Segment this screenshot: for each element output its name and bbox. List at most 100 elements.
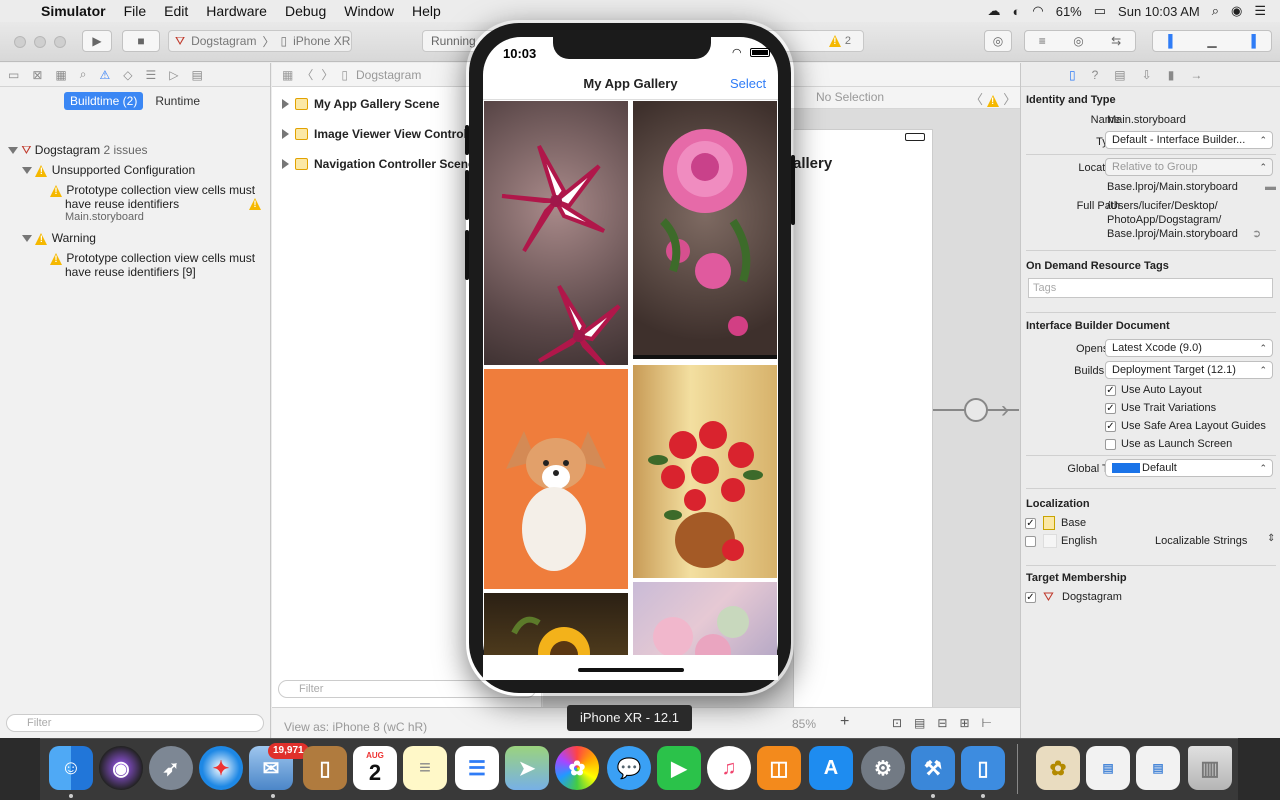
scheme-selector[interactable]: ⛛ Dogstagram 〉 ▯ iPhone XR <box>168 30 352 52</box>
loc-english-checkbox[interactable] <box>1025 536 1036 547</box>
reminders-icon[interactable]: ☰ <box>455 746 499 790</box>
game-center-icon[interactable]: ◐ <box>1013 4 1021 19</box>
back-icon[interactable]: 〈 <box>301 66 313 83</box>
chevron-updown-icon[interactable]: ⇕ <box>1267 533 1275 544</box>
launch-screen-checkbox[interactable] <box>1105 439 1116 450</box>
quick-help-icon[interactable]: ? <box>1092 68 1099 82</box>
loc-base-checkbox[interactable]: ✓ <box>1025 518 1036 529</box>
symbol-navigator-icon[interactable]: ▦ <box>55 68 66 82</box>
minimize-window-button[interactable] <box>34 36 46 48</box>
cloud-icon[interactable]: ☁ <box>988 3 1001 19</box>
maps-icon[interactable]: ➤ <box>505 746 549 790</box>
connections-inspector-icon[interactable]: → <box>1190 68 1202 82</box>
outline-scene-navigation[interactable]: Navigation Controller Scene <box>282 157 475 171</box>
disclosure-triangle-icon[interactable] <box>22 235 32 243</box>
find-navigator-icon[interactable]: ⌕ <box>80 67 87 82</box>
disclosure-triangle-icon[interactable] <box>282 159 289 169</box>
forward-icon[interactable]: 〉 <box>321 66 333 83</box>
downloads-stack-icon[interactable]: ✿ <box>1036 746 1080 790</box>
trait-variations-checkbox[interactable]: ✓ <box>1105 403 1116 414</box>
project-issue-group[interactable]: ⛛ Dogstagram 2 issues <box>8 143 148 158</box>
debug-navigator-icon[interactable]: ☰ <box>145 68 156 82</box>
size-inspector-icon[interactable]: ▮ <box>1168 68 1175 82</box>
screenshot-file-icon[interactable]: ▤ <box>1086 746 1130 790</box>
view-as-label[interactable]: View as: iPhone 8 (wC hR) <box>284 720 427 734</box>
facetime-icon[interactable]: ▶ <box>657 746 701 790</box>
file-inspector-icon[interactable]: ▯ <box>1069 68 1076 82</box>
version-editor-icon[interactable]: ⇆ <box>1111 34 1121 48</box>
library-button[interactable]: ◎ <box>984 30 1012 52</box>
localizable-strings-popup[interactable]: Localizable Strings <box>1155 535 1247 547</box>
report-navigator-icon[interactable]: ▤ <box>191 68 202 82</box>
finder-icon[interactable]: ☺ <box>49 746 93 790</box>
side-button[interactable] <box>791 155 795 225</box>
issue-item[interactable]: Prototype collection view cells must <box>50 183 255 197</box>
app-store-icon[interactable]: A <box>809 746 853 790</box>
navigator-toggle-icon[interactable]: ▌ <box>1168 34 1177 48</box>
standard-editor-icon[interactable]: ≡ <box>1039 34 1046 48</box>
assistant-editor-icon[interactable]: ◎ <box>1073 34 1083 48</box>
segue-icon[interactable] <box>964 398 988 422</box>
related-items-icon[interactable]: ▦ <box>282 68 293 82</box>
battery-percent[interactable]: 61% <box>1056 4 1082 19</box>
warning-count[interactable]: 2 <box>828 35 851 48</box>
photo-cell[interactable] <box>633 365 777 578</box>
photo-cell[interactable] <box>633 101 777 359</box>
target-membership-checkbox[interactable]: ✓ <box>1025 592 1036 603</box>
siri-icon[interactable]: ◉ <box>1231 3 1242 19</box>
trash-icon[interactable]: ▥ <box>1188 746 1232 790</box>
notification-center-icon[interactable]: ☰ <box>1254 3 1266 19</box>
source-control-icon[interactable]: ⊠ <box>32 68 42 82</box>
volume-down-button[interactable] <box>465 230 469 280</box>
auto-layout-checkbox[interactable]: ✓ <box>1105 385 1116 396</box>
siri-icon[interactable]: ◉ <box>99 746 143 790</box>
calendar-icon[interactable]: AUG 2 <box>353 746 397 790</box>
project-navigator-icon[interactable]: ▭ <box>8 68 19 82</box>
select-button[interactable]: Select <box>730 76 766 91</box>
mute-switch[interactable] <box>465 125 469 155</box>
tags-input[interactable]: Tags <box>1028 278 1273 298</box>
identity-inspector-icon[interactable]: ▤ <box>1114 68 1125 82</box>
location-popup[interactable]: Relative to Group <box>1105 158 1273 176</box>
close-window-button[interactable] <box>14 36 26 48</box>
layout-tools[interactable]: ⊡▤⊟⊞⊢ <box>892 716 1004 730</box>
stop-button[interactable]: ■ <box>122 30 160 52</box>
inspector-toggle-icon[interactable]: ▐ <box>1247 34 1256 48</box>
photos-icon[interactable]: ✿ <box>555 746 599 790</box>
builds-for-popup[interactable]: Deployment Target (12.1) <box>1105 361 1273 379</box>
system-preferences-icon[interactable]: ⚙ <box>861 746 905 790</box>
menu-edit[interactable]: Edit <box>155 3 197 19</box>
outline-scene-gallery[interactable]: My App Gallery Scene <box>282 97 440 111</box>
messages-icon[interactable]: 💬 <box>607 746 651 790</box>
volume-up-button[interactable] <box>465 170 469 220</box>
test-navigator-icon[interactable]: ◇ <box>123 68 132 82</box>
name-value[interactable]: Main.storyboard <box>1107 114 1186 126</box>
menu-window[interactable]: Window <box>335 3 403 19</box>
issue-group-warning[interactable]: Warning <box>22 231 96 245</box>
menu-clock[interactable]: Sun 10:03 AM <box>1118 4 1200 19</box>
contacts-icon[interactable]: ▯ <box>303 746 347 790</box>
screenshot-file-icon[interactable]: ▤ <box>1136 746 1180 790</box>
panel-toggle-control[interactable]: ▌ ▁ ▐ <box>1152 30 1272 52</box>
home-indicator[interactable] <box>578 668 684 672</box>
itunes-icon[interactable]: ♫ <box>707 746 751 790</box>
zoom-level[interactable]: 85% <box>792 717 816 731</box>
editor-mode-control[interactable]: ≡ ◎ ⇆ <box>1024 30 1136 52</box>
disclosure-triangle-icon[interactable] <box>22 167 32 175</box>
ibooks-icon[interactable]: ◫ <box>757 746 801 790</box>
app-menu[interactable]: Simulator <box>32 3 115 19</box>
zoom-in-icon[interactable]: + <box>840 713 849 731</box>
type-popup[interactable]: Default - Interface Builder... <box>1105 131 1273 149</box>
photo-cell[interactable] <box>484 101 628 365</box>
simulator-icon[interactable]: ▯ <box>961 746 1005 790</box>
buildtime-tab[interactable]: Buildtime (2) <box>63 92 144 110</box>
spotlight-search-icon[interactable]: ⌕ <box>1212 3 1219 19</box>
xcode-icon[interactable]: ⚒ <box>911 746 955 790</box>
launchpad-icon[interactable]: ➶ <box>149 746 193 790</box>
folder-icon[interactable]: ▬ <box>1265 181 1276 193</box>
debug-area-toggle-icon[interactable]: ▁ <box>1207 34 1216 48</box>
zoom-window-button[interactable] <box>54 36 66 48</box>
menu-debug[interactable]: Debug <box>276 3 335 19</box>
photo-cell[interactable] <box>484 593 628 655</box>
issue-group-unsupported[interactable]: Unsupported Configuration <box>22 163 195 177</box>
